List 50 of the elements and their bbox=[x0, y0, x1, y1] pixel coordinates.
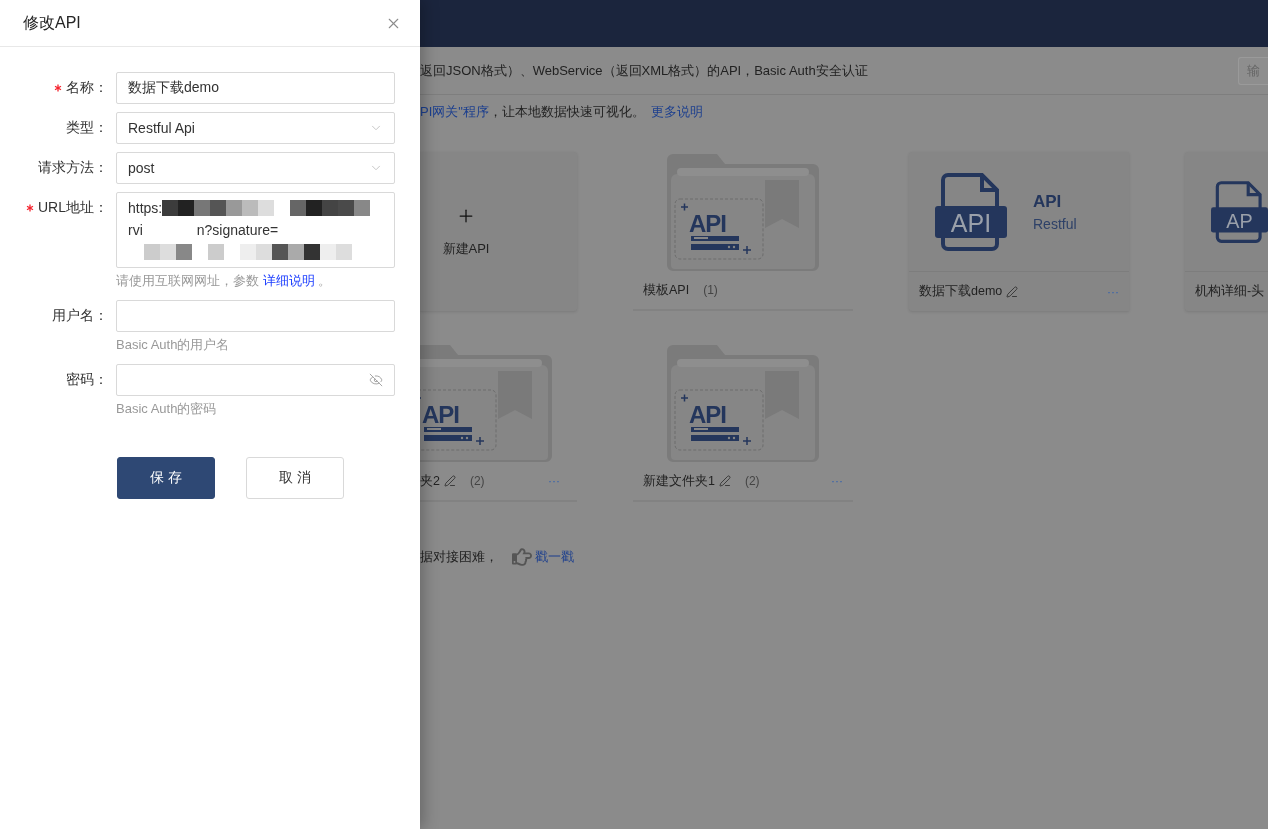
drawer-title: 修改API bbox=[23, 12, 81, 33]
api-card[interactable]: AP 机构详细-头 bbox=[1185, 152, 1268, 311]
card-label: 新建API bbox=[442, 239, 490, 258]
help-text: Basic Auth的密码 bbox=[116, 400, 218, 418]
field-label: 用户名： bbox=[52, 307, 108, 325]
help-text: Basic Auth的用户名 bbox=[116, 336, 231, 354]
card-name[interactable]: 机构详细-头 bbox=[1195, 283, 1265, 300]
intro-text: PI网关"程序，让本地数据快速可视化。 更多说明 bbox=[420, 103, 704, 121]
field-label: 请求方法： bbox=[38, 159, 108, 177]
item-count: (2) bbox=[744, 474, 760, 488]
text-field[interactable]: 数据下载demo bbox=[116, 72, 395, 104]
cancel-button[interactable]: 取 消 bbox=[246, 457, 344, 499]
intro-text: 返回JSON格式）、WebService（返回XML格式）的API，Basic Auth安全认证 bbox=[420, 61, 868, 80]
field-label: URL地址： bbox=[38, 199, 108, 217]
field-label: 密码： bbox=[66, 371, 108, 389]
url-text: n?signature= bbox=[196, 222, 279, 238]
details-link[interactable]: 详细说明 bbox=[262, 273, 315, 288]
folder-icon: API bbox=[420, 345, 552, 462]
card-name[interactable]: 夹2 bbox=[420, 472, 440, 490]
api-card[interactable]: API API Restful 数据下载demo ··· bbox=[909, 152, 1129, 311]
new-api-card[interactable]: 新建API bbox=[420, 152, 577, 311]
eye-off-icon[interactable] bbox=[369, 373, 383, 387]
footer-text: 据对接困难， bbox=[420, 548, 498, 566]
folder-icon: API bbox=[667, 345, 819, 462]
hand-pointer-icon bbox=[512, 547, 532, 567]
card-name[interactable]: 新建文件夹1 bbox=[643, 472, 715, 490]
field-label: 名称： bbox=[66, 79, 108, 97]
api-subtitle: Restful bbox=[1033, 215, 1077, 232]
select-field[interactable]: post bbox=[116, 152, 395, 184]
folder-icon: API bbox=[667, 154, 819, 271]
pencil-icon[interactable] bbox=[1006, 285, 1019, 298]
text-field[interactable] bbox=[116, 300, 395, 332]
item-count: (1) bbox=[703, 283, 718, 297]
help-text: 请使用互联网网址，参数 详细说明 。 bbox=[116, 272, 333, 290]
url-text: https: bbox=[128, 200, 163, 217]
api-title: API bbox=[1033, 191, 1063, 212]
gateway-link[interactable]: PI网关"程序 bbox=[420, 104, 489, 119]
field-label: 类型： bbox=[66, 119, 108, 137]
item-count: (2) bbox=[469, 474, 485, 488]
url-field[interactable]: https: rvi n?signature= bbox=[116, 192, 395, 268]
select-field[interactable]: Restful Api bbox=[116, 112, 395, 144]
pencil-icon[interactable] bbox=[443, 475, 456, 487]
pencil-icon[interactable] bbox=[718, 475, 731, 487]
save-button[interactable]: 保 存 bbox=[117, 457, 215, 499]
more-info-link[interactable]: 更多说明 bbox=[650, 104, 703, 119]
poke-link[interactable]: 戳一戳 bbox=[512, 547, 574, 567]
password-field[interactable] bbox=[116, 364, 395, 396]
url-text: rvi bbox=[128, 222, 143, 238]
card-name[interactable]: 模板API bbox=[643, 281, 690, 299]
card-name[interactable]: 数据下载demo bbox=[919, 283, 1003, 300]
